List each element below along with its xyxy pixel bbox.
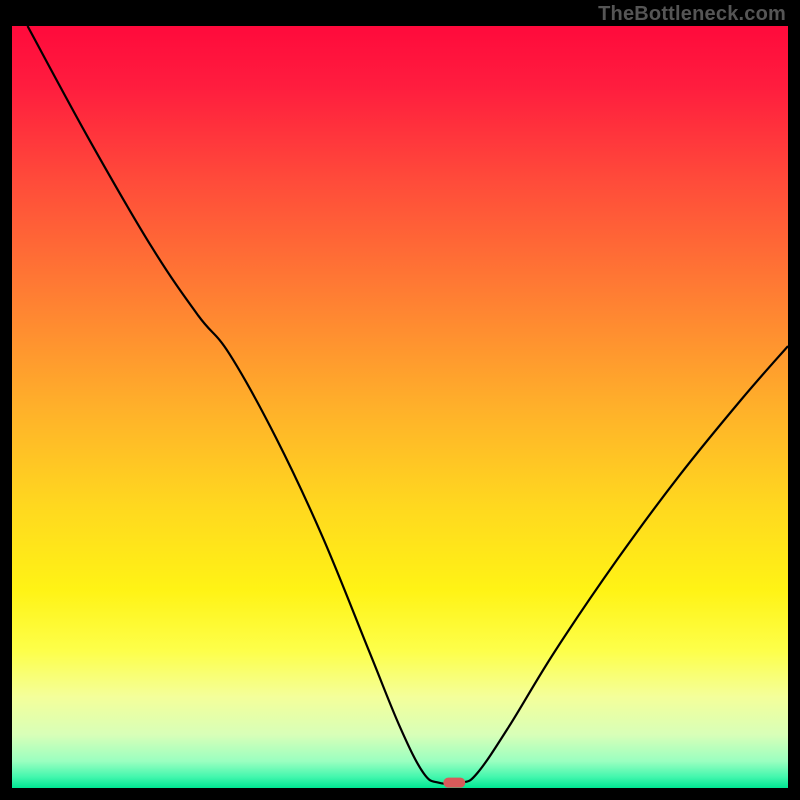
bottleneck-chart [12, 26, 788, 788]
chart-frame [12, 26, 788, 788]
gradient-background [12, 26, 788, 788]
optimum-marker [443, 778, 465, 788]
watermark-text: TheBottleneck.com [598, 3, 786, 26]
